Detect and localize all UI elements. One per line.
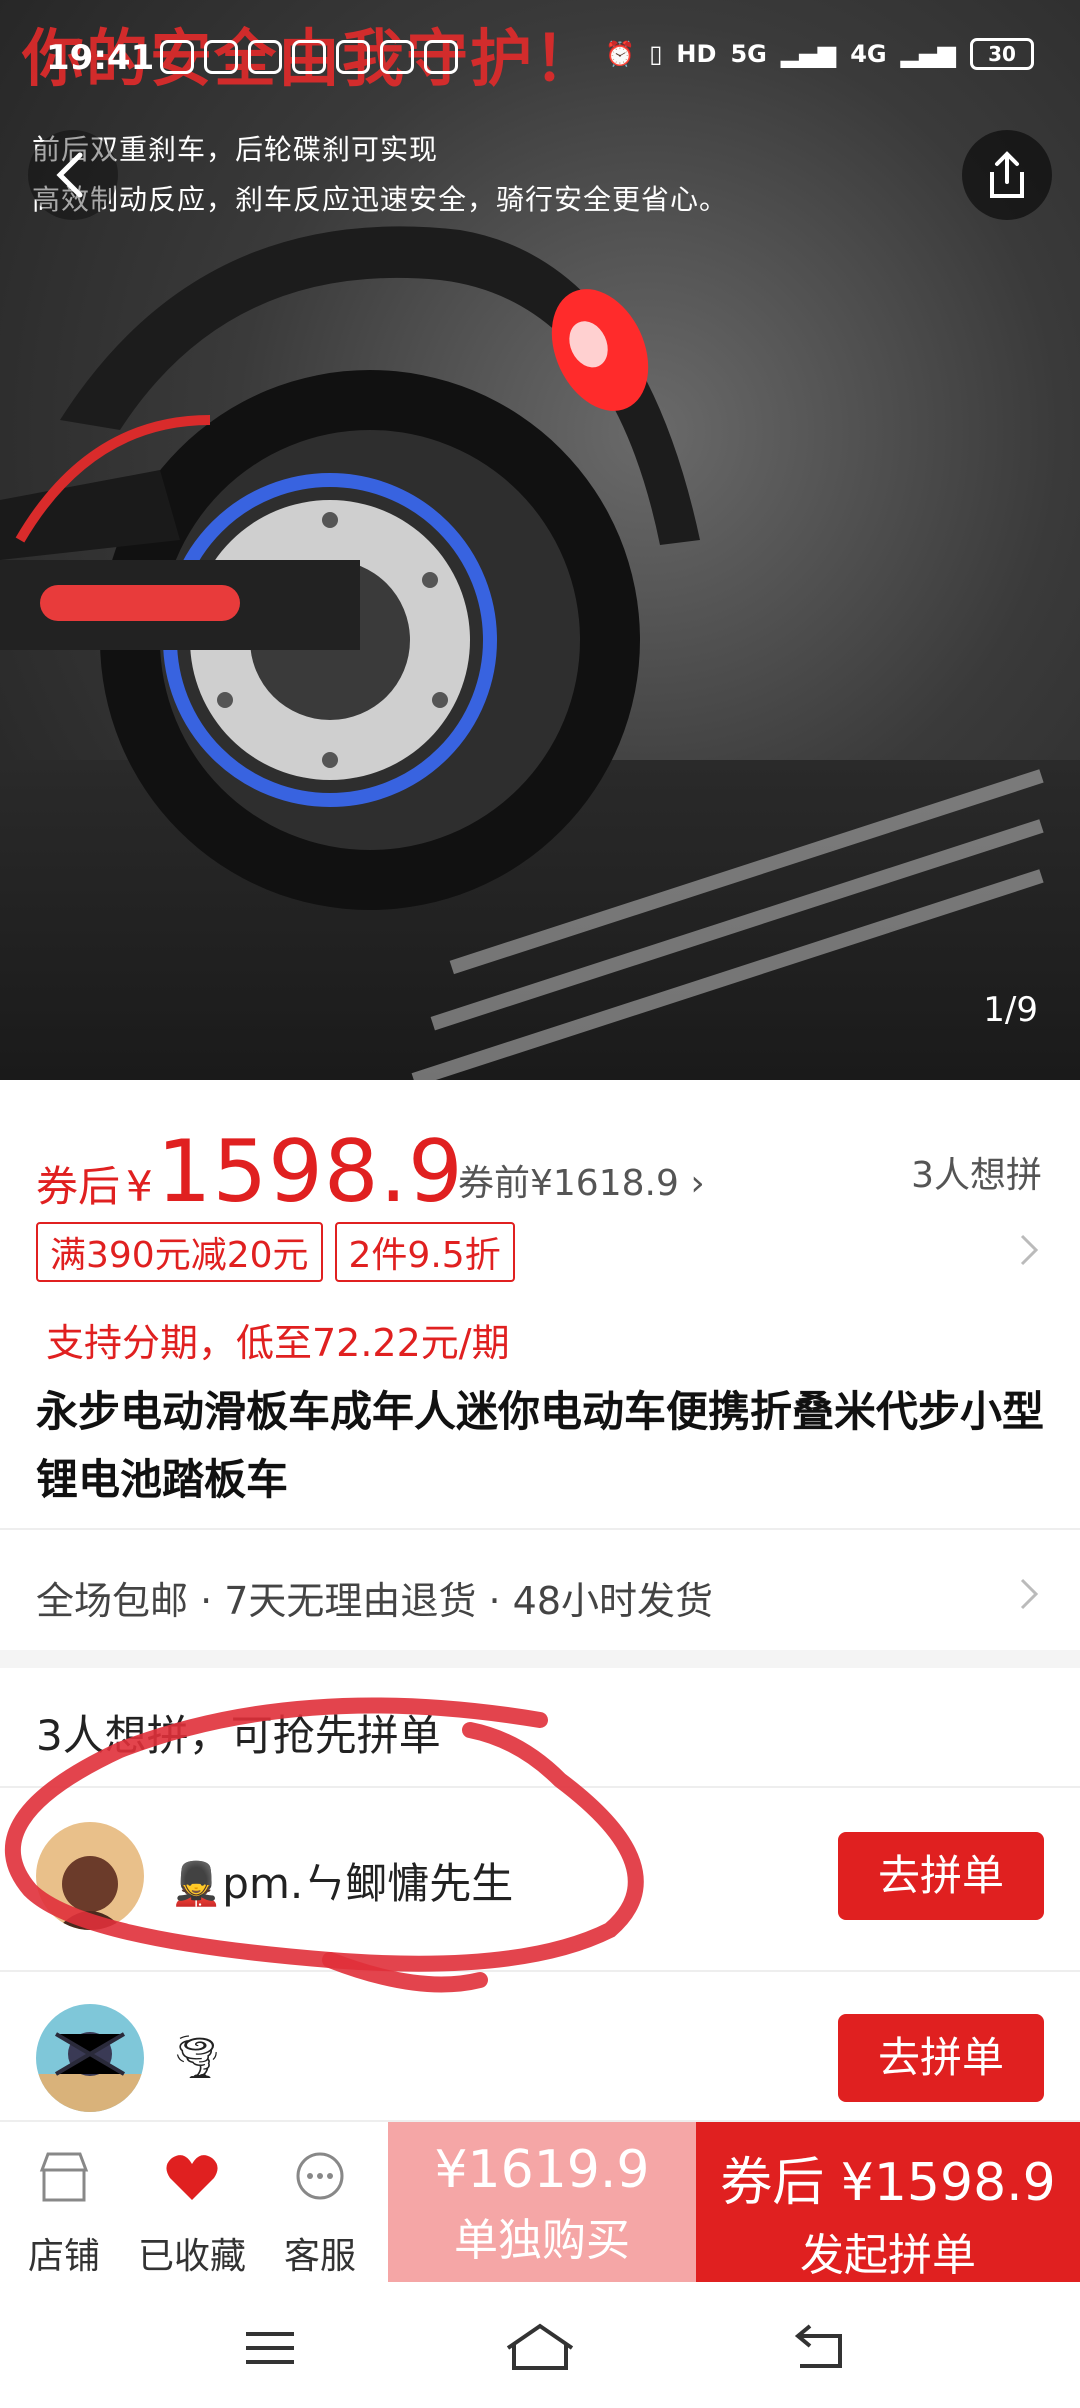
customer-service-button[interactable]: 客服 bbox=[260, 2148, 380, 2279]
store-label: 店铺 bbox=[27, 2236, 100, 2277]
status-right: ⏰ ▯ HD 5G ▂▄▆ 4G ▂▄▆ 30 bbox=[605, 38, 1034, 70]
start-group-buy-button[interactable]: 券后 ¥1598.9 发起拼单 bbox=[696, 2122, 1080, 2284]
after-coupon-label: 券后 bbox=[36, 1162, 121, 1211]
before-coupon-link[interactable]: 券前¥1618.9 › bbox=[458, 1154, 705, 1206]
5g-label: 5G bbox=[730, 40, 767, 68]
installment-info: 支持分期，低至72.22元/期 bbox=[46, 1321, 510, 1365]
battery-icon: 30 bbox=[970, 38, 1034, 70]
status-bar: 19:41 ⏰ ▯ HD 5G ▂▄▆ 4G ▂▄▆ 30 bbox=[0, 30, 1080, 90]
share-icon bbox=[990, 151, 1024, 198]
avatar bbox=[36, 2004, 144, 2112]
service-row[interactable]: 全场包邮 · 7天无理由退货 · 48小时发货 bbox=[0, 1530, 1080, 1650]
product-image-carousel[interactable]: 你的安全由我守护！ 前后双重刹车，后轮碟刹可实现 高效制动反应，刹车反应迅速安全… bbox=[0, 0, 1080, 1080]
favorited-label: 已收藏 bbox=[137, 2236, 246, 2277]
home-icon[interactable] bbox=[506, 2323, 574, 2370]
4g-label: 4G bbox=[850, 40, 887, 68]
section-gap bbox=[0, 1650, 1080, 1668]
back-button[interactable] bbox=[28, 130, 118, 220]
app-notification-icon bbox=[380, 40, 414, 74]
service-label: 客服 bbox=[283, 2236, 356, 2277]
favorite-button[interactable]: 已收藏 bbox=[132, 2148, 252, 2279]
group-label: 发起拼单 bbox=[800, 2230, 976, 2281]
image-counter: 1/9 bbox=[983, 990, 1038, 1030]
hero-caption-line2: 高效制动反应，刹车反应迅速安全，骑行安全更省心。 bbox=[32, 183, 729, 216]
message-icon bbox=[424, 40, 458, 74]
status-time: 19:41 bbox=[46, 38, 155, 78]
annotation-circle bbox=[5, 1697, 644, 1993]
chevron-right-icon bbox=[1020, 1578, 1039, 1610]
store-icon bbox=[39, 2152, 89, 2202]
join-group-button[interactable]: 去拼单 bbox=[838, 2014, 1044, 2102]
buy-alone-button[interactable]: ¥1619.9 单独购买 bbox=[388, 2122, 696, 2284]
bottom-action-bar: 店铺 已收藏 客服 ¥1619.9 单独购买 券后 ¥1598.9 发起拼单 bbox=[0, 2120, 1080, 2284]
book-icon bbox=[336, 40, 370, 74]
group-user-name: 🌪 bbox=[170, 2032, 224, 2081]
app-notification-icon bbox=[204, 40, 238, 74]
hd-label: HD bbox=[676, 40, 717, 68]
chevron-left-icon bbox=[56, 152, 83, 198]
currency-symbol: ¥ bbox=[126, 1162, 153, 1211]
system-nav-bar bbox=[0, 2282, 1080, 2408]
app-notification-icon bbox=[160, 40, 194, 74]
promo-tags[interactable]: 满390元减20元 2件9.5折 bbox=[36, 1222, 515, 1282]
back-nav-icon[interactable] bbox=[794, 2324, 842, 2368]
alone-label: 单独购买 bbox=[454, 2215, 630, 2266]
after-coupon-price: 1598.9 bbox=[156, 1122, 464, 1222]
wechat-icon bbox=[248, 40, 282, 74]
promo-tag[interactable]: 满390元减20元 bbox=[36, 1222, 323, 1282]
promo-tag[interactable]: 2件9.5折 bbox=[334, 1222, 515, 1282]
share-button[interactable] bbox=[962, 130, 1052, 220]
heart-icon bbox=[166, 2155, 218, 2200]
alone-price: ¥1619.9 bbox=[434, 2140, 650, 2200]
coupon-price: 券后 ¥ 1598.9 bbox=[36, 1122, 464, 1222]
notification-icons bbox=[160, 40, 458, 74]
vibrate-icon: ▯ bbox=[649, 40, 663, 68]
store-button[interactable]: 店铺 bbox=[4, 2148, 124, 2279]
app-notification-icon bbox=[292, 40, 326, 74]
before-coupon-price: 券前¥1618.9 bbox=[458, 1163, 679, 1204]
signal-icon: ▂▄▆ bbox=[900, 40, 956, 68]
service-guarantees: 全场包邮 · 7天无理由退货 · 48小时发货 bbox=[36, 1579, 714, 1623]
menu-icon[interactable] bbox=[246, 2332, 294, 2364]
chevron-right-icon: › bbox=[690, 1163, 705, 1204]
chevron-right-icon[interactable] bbox=[1014, 1230, 1044, 1270]
chat-icon bbox=[296, 2152, 344, 2200]
product-title: 永步电动滑板车成年人迷你电动车便携折叠米代步小型锂电池踏板车 bbox=[36, 1387, 1045, 1504]
group-price: 券后 ¥1598.9 bbox=[720, 2153, 1056, 2213]
wish-count: 3人想拼 bbox=[911, 1155, 1042, 1196]
signal-icon: ▂▄▆ bbox=[780, 40, 837, 68]
alarm-icon: ⏰ bbox=[605, 40, 636, 68]
